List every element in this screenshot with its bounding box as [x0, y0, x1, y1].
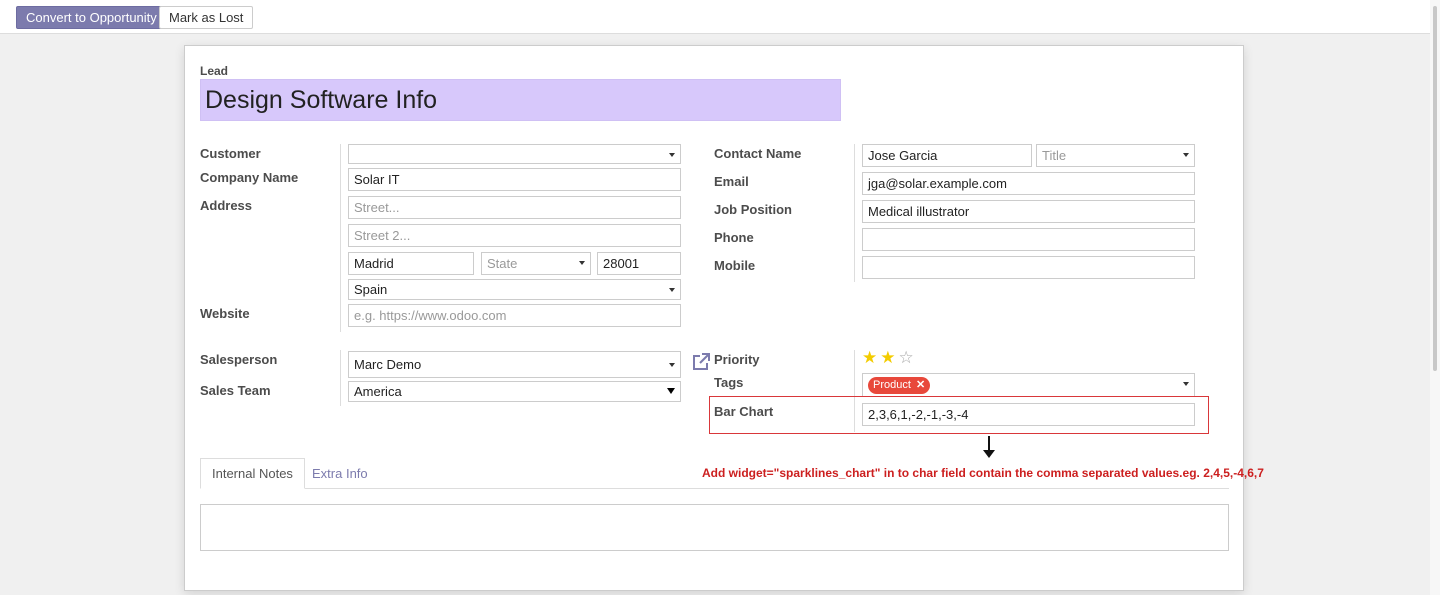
- street-input[interactable]: Street...: [348, 196, 681, 219]
- tab-extra-info[interactable]: Extra Info: [312, 459, 368, 488]
- website-label: Website: [200, 306, 250, 321]
- internal-notes-editor[interactable]: [200, 504, 1229, 551]
- country-select[interactable]: Spain: [348, 279, 681, 300]
- external-link-icon[interactable]: [691, 352, 711, 372]
- email-input[interactable]: jga@solar.example.com: [862, 172, 1195, 195]
- mobile-input[interactable]: [862, 256, 1195, 279]
- contact-name-input[interactable]: Jose Garcia: [862, 144, 1032, 167]
- customer-label: Customer: [200, 146, 261, 161]
- control-panel: Convert to Opportunity Mark as Lost: [0, 0, 1430, 34]
- contact-name-label: Contact Name: [714, 146, 802, 161]
- tag-product[interactable]: Product ✕: [868, 377, 931, 394]
- priority-label: Priority: [714, 352, 760, 367]
- tab-internal-notes[interactable]: Internal Notes: [200, 458, 305, 489]
- email-label: Email: [714, 174, 749, 189]
- convert-to-opportunity-button[interactable]: Convert to Opportunity: [16, 6, 167, 29]
- job-position-label: Job Position: [714, 202, 792, 217]
- bar-chart-input[interactable]: 2,3,6,1,-2,-1,-3,-4: [862, 403, 1195, 426]
- company-name-input[interactable]: Solar IT: [348, 168, 681, 191]
- phone-input[interactable]: [862, 228, 1195, 251]
- sales-team-label: Sales Team: [200, 383, 271, 398]
- website-input[interactable]: e.g. https://www.odoo.com: [348, 304, 681, 327]
- annotation-text: Add widget="sparklines_chart" in to char…: [702, 466, 1264, 480]
- annotation-arrow-line: [988, 436, 990, 450]
- left-separator: [340, 144, 341, 332]
- priority-star-icon[interactable]: ★: [880, 349, 895, 366]
- mobile-label: Mobile: [714, 258, 756, 273]
- street2-input[interactable]: Street 2...: [348, 224, 681, 247]
- scrollbar-thumb[interactable]: [1433, 6, 1437, 371]
- lead-label: Lead: [200, 64, 229, 78]
- priority-star-icon[interactable]: ☆: [899, 349, 914, 366]
- zip-input[interactable]: 28001: [597, 252, 681, 275]
- job-position-input[interactable]: Medical illustrator: [862, 200, 1195, 223]
- lead-title-input[interactable]: Design Software Info: [200, 79, 841, 121]
- sales-team-select[interactable]: America: [348, 381, 681, 402]
- phone-label: Phone: [714, 230, 754, 245]
- title-select[interactable]: Title: [1036, 144, 1195, 167]
- left-separator-2: [340, 350, 341, 406]
- tags-label: Tags: [714, 375, 744, 390]
- priority-star-icon[interactable]: ★: [862, 349, 877, 366]
- state-select[interactable]: State: [481, 252, 591, 275]
- company-name-label: Company Name: [200, 170, 299, 185]
- address-label: Address: [200, 198, 253, 213]
- salesperson-select[interactable]: Marc Demo: [348, 351, 681, 378]
- form-sheet: Lead Design Software Info Customer Compa…: [184, 45, 1264, 591]
- city-input[interactable]: Madrid: [348, 252, 474, 275]
- customer-select[interactable]: [348, 144, 681, 164]
- remove-tag-icon[interactable]: ✕: [916, 379, 925, 391]
- mark-as-lost-button[interactable]: Mark as Lost: [159, 6, 254, 29]
- right-separator: [854, 144, 855, 282]
- tag-product-label: Product: [873, 379, 911, 391]
- priority-widget: ★ ★ ☆: [862, 349, 914, 366]
- salesperson-label: Salesperson: [200, 352, 278, 367]
- tabs-divider: [200, 488, 1229, 489]
- down-arrow-icon: [983, 450, 995, 458]
